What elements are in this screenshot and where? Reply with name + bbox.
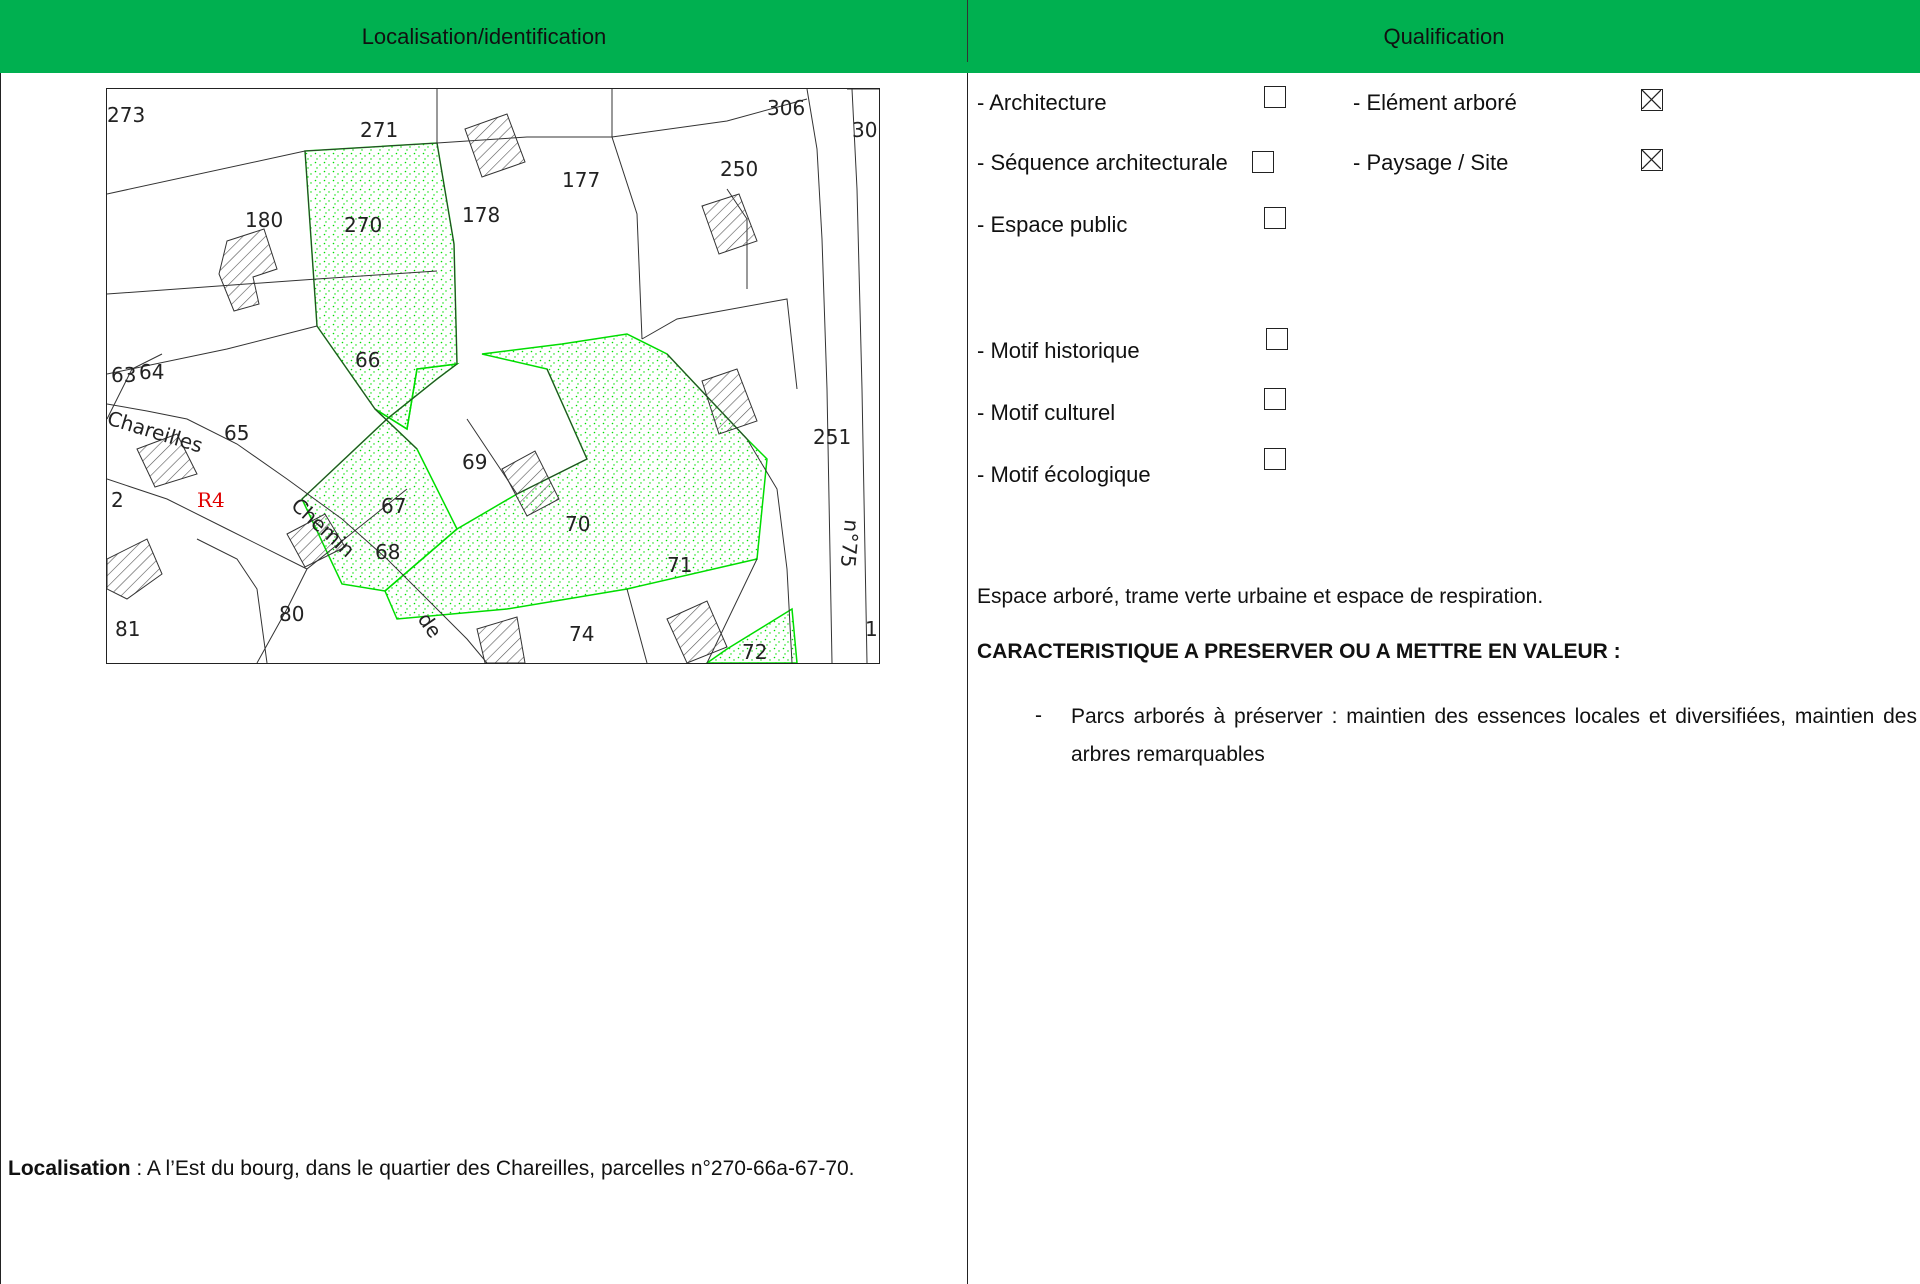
criterion-element-arbore-label: - Elément arboré: [1353, 90, 1517, 115]
bullet-dash: -: [1035, 704, 1042, 727]
criterion-paysage-label: - Paysage / Site: [1353, 150, 1509, 175]
criterion-espace-public-label: - Espace public: [977, 212, 1128, 237]
parcel-label: 69: [462, 450, 487, 474]
parcel-label: 70: [565, 512, 590, 536]
parcel-label: 177: [562, 168, 600, 192]
parcel-label: 63: [111, 363, 136, 387]
cadastral-map: 273 271 306 303 177 250 180 270 178 63 6…: [106, 88, 880, 664]
parcel-label: 178: [462, 203, 500, 227]
parcel-label: 65: [224, 421, 249, 445]
table-header: Localisation/identification Qualificatio…: [0, 0, 1920, 73]
parcel-label: 270: [344, 213, 382, 237]
parcel-label: 71: [667, 553, 692, 577]
checkbox-sequence[interactable]: [1252, 151, 1274, 173]
criterion-motif-historique-label: - Motif historique: [977, 338, 1140, 363]
checked-cross-icon: [1642, 150, 1661, 169]
checkbox-espace-public[interactable]: [1264, 207, 1286, 229]
zone-marker-r4: R4: [197, 488, 225, 512]
parcel-label: 80: [279, 602, 304, 626]
parcel-label: 81: [115, 617, 140, 641]
parcel-label: 74: [569, 622, 594, 646]
checkbox-paysage[interactable]: [1641, 149, 1663, 171]
road-label: n°75: [836, 519, 864, 569]
checked-cross-icon: [1642, 90, 1661, 109]
parcel-label: 66: [355, 348, 380, 372]
parcel-label: 1: [865, 617, 878, 641]
column-divider: [967, 73, 968, 1284]
parcel-label: 72: [742, 640, 767, 663]
checkbox-element-arbore[interactable]: [1641, 89, 1663, 111]
criterion-sequence-label: - Séquence architecturale: [977, 150, 1228, 175]
checkbox-architecture[interactable]: [1264, 86, 1286, 108]
qualification-description: Espace arboré, trame verte urbaine et es…: [977, 585, 1544, 608]
checkbox-motif-historique[interactable]: [1266, 328, 1288, 350]
parcel-label: 303: [852, 118, 879, 142]
header-localisation-title: Localisation/identification: [361, 24, 607, 49]
criterion-motif-culturel-label: - Motif culturel: [977, 400, 1116, 425]
parcel-270: [304, 142, 458, 431]
parcel-70-69: [384, 333, 768, 620]
localisation-description: : A l’Est du bourg, dans le quartier des…: [130, 1157, 855, 1180]
checkbox-motif-culturel[interactable]: [1264, 388, 1286, 410]
localisation-label: Localisation: [8, 1157, 131, 1180]
parcel-label: 306: [767, 96, 805, 120]
criterion-architecture-label: - Architecture: [977, 90, 1107, 115]
criterion-motif-ecologique-label: - Motif écologique: [977, 462, 1151, 487]
parcel-label: 64: [139, 360, 164, 384]
header-qualification-title: Qualification: [1383, 24, 1505, 49]
checkbox-motif-ecologique[interactable]: [1264, 448, 1286, 470]
parcel-label: 251: [813, 425, 851, 449]
parcel-label: 2: [111, 488, 124, 512]
left-border: [0, 73, 1, 1284]
parcel-label: 68: [375, 540, 400, 564]
preserve-heading: CARACTERISTIQUE A PRESERVER OU A METTRE …: [977, 640, 1621, 663]
preserve-bullet-text: Parcs arborés à préserver : maintien des…: [1071, 705, 1917, 766]
parcel-label: 250: [720, 157, 758, 181]
parcel-label: 180: [245, 208, 283, 232]
parcel-label: 273: [107, 103, 145, 127]
parcel-label: 271: [360, 118, 398, 142]
parcel-label: 67: [381, 494, 406, 518]
localisation-text: Localisation : A l’Est du bourg, dans le…: [8, 1150, 958, 1188]
